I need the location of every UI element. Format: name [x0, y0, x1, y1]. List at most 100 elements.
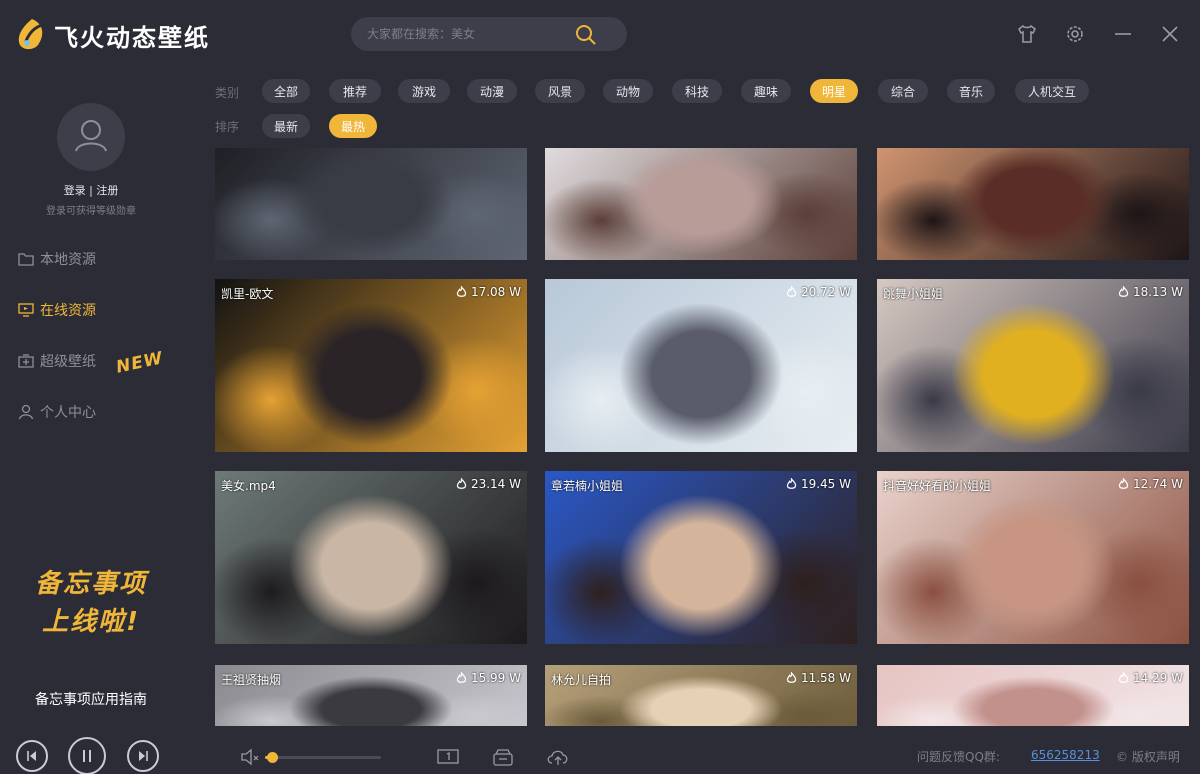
title-bar: 飞火动态壁纸: [0, 0, 1200, 70]
wallpaper-title: 王祖贤抽烟: [221, 673, 282, 687]
bottom-bar: 问题反馈QQ群: 656258213 © 版权声明: [182, 740, 1200, 774]
nav-item-label: 在线资源: [40, 303, 96, 319]
wallpaper-card[interactable]: [877, 148, 1189, 260]
wallpaper-card[interactable]: 章若楠小姐姐 19.45 W: [545, 471, 857, 644]
category-chip[interactable]: 游戏: [398, 79, 450, 103]
wallpaper-title: 美女.mp4: [221, 479, 276, 493]
nav-item-label: 超级壁纸: [40, 354, 96, 370]
heat-value: 11.58 W: [800, 671, 851, 685]
nav-item-local[interactable]: 本地资源: [18, 248, 178, 270]
flame-icon: [1118, 672, 1129, 683]
login-hint: 登录可获得等级勋章: [46, 206, 136, 217]
user-avatar-icon: [75, 120, 107, 152]
wallpaper-card[interactable]: 跳舞小姐姐 18.13 W: [877, 279, 1189, 452]
app-logo-icon: [16, 17, 48, 51]
wallpaper-card[interactable]: 林允儿自拍 11.58 W: [545, 665, 857, 726]
flame-icon: [1118, 286, 1129, 297]
wallpaper-card[interactable]: [545, 148, 857, 260]
wallpaper-heat: 14.29 W: [1118, 671, 1183, 685]
wallpaper-library-icon[interactable]: [492, 747, 514, 771]
next-button[interactable]: [127, 740, 159, 772]
wallpaper-heat: 17.08 W: [456, 285, 521, 299]
category-chip[interactable]: 趣味: [741, 79, 791, 103]
wallpaper-title: 抖音好好看的小姐姐: [883, 479, 992, 493]
category-chip[interactable]: 综合: [878, 79, 928, 103]
flame-icon: [456, 286, 467, 297]
wallpaper-heat: 12.74 W: [1118, 477, 1183, 491]
volume-mute-icon[interactable]: [240, 748, 262, 770]
category-chip[interactable]: 人机交互: [1015, 79, 1089, 103]
sort-chip[interactable]: 最热: [329, 114, 377, 138]
volume-knob[interactable]: [266, 752, 278, 763]
heat-value: 18.13 W: [1132, 285, 1183, 299]
nav-item-label: 本地资源: [40, 252, 96, 268]
copyright-link[interactable]: © 版权声明: [1116, 748, 1180, 765]
close-icon[interactable]: [1158, 22, 1182, 46]
nav-item-profile[interactable]: 个人中心: [18, 401, 178, 423]
flame-icon: [1118, 478, 1129, 489]
category-chip[interactable]: 明星: [810, 79, 858, 103]
category-chip[interactable]: 全部: [262, 79, 310, 103]
category-chip[interactable]: 音乐: [947, 79, 995, 103]
previous-button[interactable]: [16, 740, 48, 772]
wallpaper-title: 章若楠小姐姐: [551, 479, 624, 493]
sort-chip[interactable]: 最新: [262, 114, 310, 138]
search-box[interactable]: [351, 17, 627, 51]
wallpaper-thumbnail: [545, 471, 857, 644]
wallpaper-card[interactable]: 14.29 W: [877, 665, 1189, 726]
wallpaper-title: 跳舞小姐姐: [883, 287, 944, 301]
memo-guide-link[interactable]: 备忘事项应用指南: [0, 689, 182, 709]
skin-icon[interactable]: [1015, 22, 1039, 46]
wallpaper-card[interactable]: [215, 148, 527, 260]
nav-item-online[interactable]: 在线资源: [18, 299, 178, 321]
category-chip[interactable]: 动漫: [467, 79, 517, 103]
category-chip[interactable]: 动物: [603, 79, 653, 103]
feedback-qq-label: 问题反馈QQ群:: [917, 750, 1000, 764]
next-icon: [139, 751, 148, 761]
wallpaper-card[interactable]: 美女.mp4 23.14 W: [215, 471, 527, 644]
promo-line: 备忘事项: [34, 569, 147, 599]
wallpaper-thumbnail: [877, 471, 1189, 644]
category-chip[interactable]: 风景: [535, 79, 585, 103]
wallpaper-card[interactable]: 20.72 W: [545, 279, 857, 452]
wallpaper-thumbnail: [545, 279, 857, 452]
promo-line: 上线啦!: [42, 607, 140, 637]
avatar[interactable]: [57, 103, 125, 171]
search-input[interactable]: [367, 17, 577, 51]
wallpaper-heat: 11.58 W: [786, 671, 851, 685]
feedback-qq-link[interactable]: 656258213: [1031, 748, 1100, 762]
wallpaper-card[interactable]: 凯里-欧文 17.08 W: [215, 279, 527, 452]
search-icon[interactable]: [575, 24, 597, 46]
heat-value: 19.45 W: [800, 477, 851, 491]
flame-icon: [786, 286, 797, 297]
app-title: 飞火动态壁纸: [54, 24, 210, 52]
wallpaper-heat: 19.45 W: [786, 477, 851, 491]
previous-icon: [27, 751, 36, 761]
heat-value: 17.08 W: [470, 285, 521, 299]
upload-cloud-icon[interactable]: [546, 747, 570, 771]
monitor-icon: [18, 303, 34, 317]
heat-value: 14.29 W: [1132, 671, 1183, 685]
wallpaper-thumbnail: [877, 148, 1189, 260]
wallpaper-card[interactable]: 抖音好好看的小姐姐 12.74 W: [877, 471, 1189, 644]
wallpaper-heat: 18.13 W: [1118, 285, 1183, 299]
settings-gear-icon[interactable]: [1063, 22, 1087, 46]
pause-button[interactable]: [68, 737, 106, 774]
heat-value: 12.74 W: [1132, 477, 1183, 491]
wallpaper-thumbnail: [215, 471, 527, 644]
category-chip[interactable]: 科技: [672, 79, 722, 103]
folder-icon: [18, 253, 34, 266]
minimize-icon[interactable]: [1111, 22, 1135, 46]
login-register-link[interactable]: 登录 | 注册: [0, 182, 182, 198]
desktop-icon[interactable]: [437, 748, 459, 770]
category-chip[interactable]: 推荐: [329, 79, 381, 103]
sidebar: 登录 | 注册 登录可获得等级勋章 本地资源 在线资源 超级壁纸 NEW 个人中…: [0, 70, 182, 774]
memo-promo-banner[interactable]: 备忘事项 上线啦!: [0, 565, 182, 641]
volume-slider[interactable]: [265, 752, 381, 763]
heat-value: 20.72 W: [800, 285, 851, 299]
super-wallpaper-icon: [18, 354, 34, 368]
wallpaper-heat: 15.99 W: [456, 671, 521, 685]
nav-item-label: 个人中心: [40, 405, 96, 421]
pause-icon: [83, 750, 91, 762]
wallpaper-card[interactable]: 王祖贤抽烟 15.99 W: [215, 665, 527, 726]
